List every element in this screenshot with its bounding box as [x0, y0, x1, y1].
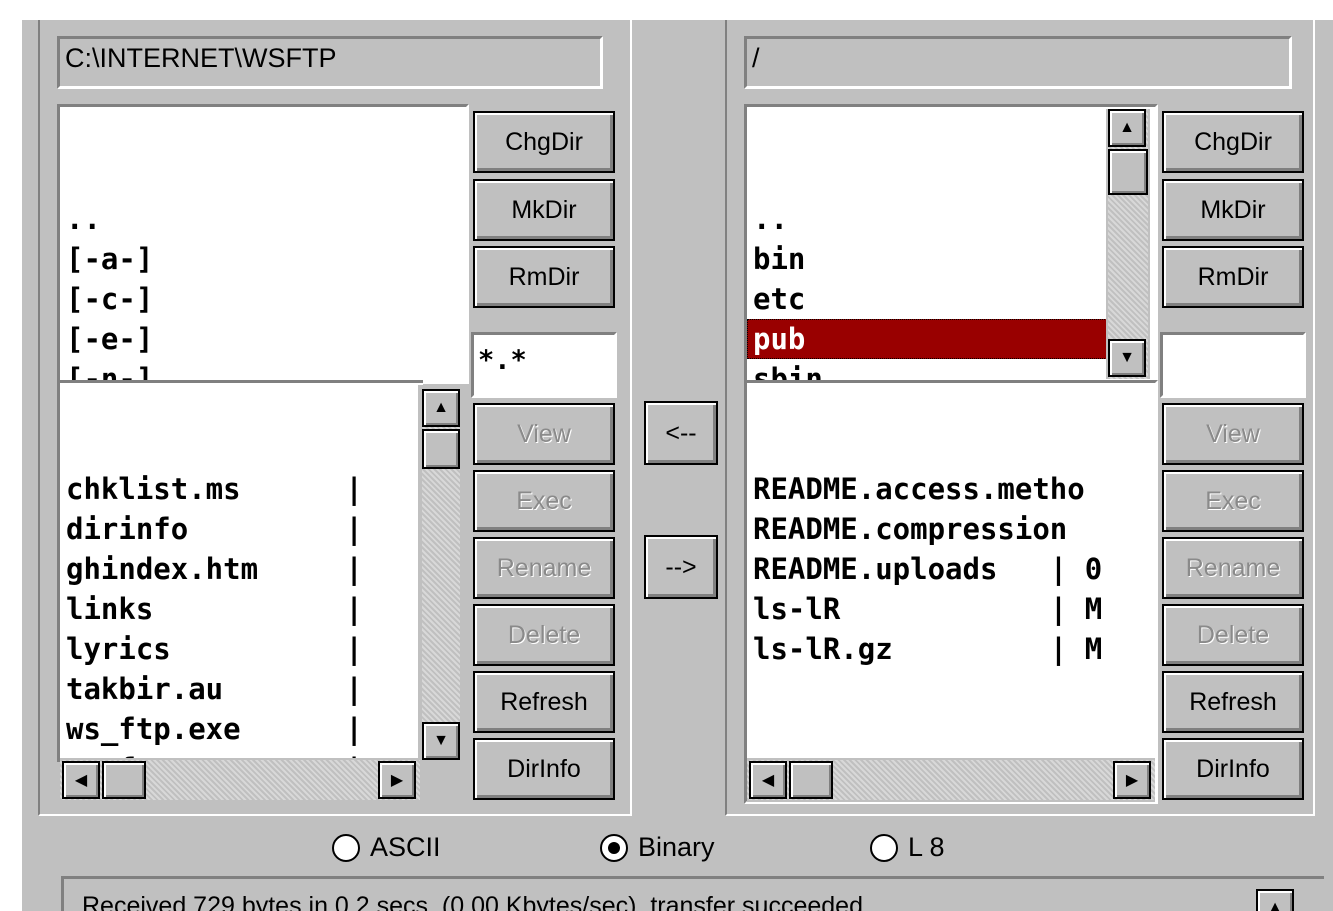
remote-view-button[interactable]: View — [1162, 403, 1304, 465]
remote-dirs-item[interactable]: .. — [747, 199, 1109, 239]
right-arrow-icon[interactable]: ▶ — [1113, 761, 1151, 799]
local-files-item[interactable]: ghindex.htm | — [60, 549, 423, 589]
remote-file-hscrollbar[interactable]: ◀ ▶ — [747, 758, 1155, 802]
radio-l8-circle — [870, 833, 898, 862]
local-rename-button[interactable]: Rename — [473, 537, 615, 599]
local-file-hscrollbar[interactable]: ◀ ▶ — [60, 758, 420, 804]
local-files-item[interactable]: dirinfo | — [60, 509, 423, 549]
remote-dir-vscrollbar[interactable]: ▲ ▼ — [1106, 109, 1150, 379]
up-arrow-icon[interactable]: ▲ — [1108, 109, 1146, 147]
remote-dir-list[interactable]: ..binetcpubsbinuploadsusr — [744, 104, 1158, 384]
remote-files-item[interactable]: README.access.metho — [747, 469, 1155, 509]
remote-refresh-button[interactable]: Refresh — [1162, 671, 1304, 733]
remote-files-item[interactable]: README.compression — [747, 509, 1155, 549]
local-files-item[interactable]: ws_ftp.exe | — [60, 709, 423, 749]
remote-rename-button[interactable]: Rename — [1162, 537, 1304, 599]
local-vscroll-thumb[interactable] — [422, 429, 460, 469]
local-filter-field[interactable]: *.* — [471, 332, 617, 398]
local-files-item[interactable]: takbir.au | — [60, 669, 423, 709]
local-mkdir-button[interactable]: MkDir — [473, 179, 615, 241]
up-arrow-icon[interactable]: ▲ — [422, 389, 460, 427]
remote-dirinfo-button[interactable]: DirInfo — [1162, 738, 1304, 800]
down-arrow-icon[interactable]: ▼ — [1108, 339, 1146, 377]
remote-file-list[interactable]: README.access.metho README.compression REA… — [744, 380, 1158, 804]
radio-ascii-circle — [332, 833, 360, 862]
local-hscroll-thumb[interactable] — [102, 761, 146, 799]
remote-dir-vscroll-thumb[interactable] — [1108, 149, 1148, 195]
local-file-list[interactable]: chklist.ms | dirinfo | ghindex.htm | links … — [57, 380, 423, 762]
remote-files-item[interactable]: README.uploads | 0 — [747, 549, 1155, 589]
up-arrow-icon[interactable]: ▲ — [1256, 889, 1294, 911]
down-arrow-icon[interactable]: ▼ — [422, 722, 460, 760]
local-path-field[interactable]: C:\INTERNET\WSFTP — [57, 36, 603, 89]
local-view-button[interactable]: View — [473, 403, 615, 465]
remote-hscroll-thumb[interactable] — [789, 761, 833, 799]
local-dirinfo-button[interactable]: DirInfo — [473, 738, 615, 800]
local-files-item[interactable]: links | — [60, 589, 423, 629]
local-exec-button[interactable]: Exec — [473, 470, 615, 532]
local-dirs-item[interactable]: [-a-] — [60, 239, 466, 279]
remote-path-field[interactable]: / — [744, 36, 1292, 89]
ws-ftp-window: C:\INTERNET\WSFTP .. [-a-] [-c-] [-e-] [-n-]… — [22, 20, 1333, 911]
status-text: Received 729 bytes in 0.2 secs, (0.00 Kb… — [82, 892, 863, 911]
remote-filter-field[interactable] — [1160, 332, 1306, 398]
mode-ascii-radio[interactable]: ASCII — [332, 832, 441, 863]
remote-delete-button[interactable]: Delete — [1162, 604, 1304, 666]
local-files-item[interactable]: chklist.ms | — [60, 469, 423, 509]
remote-mkdir-button[interactable]: MkDir — [1162, 179, 1304, 241]
remote-rmdir-button[interactable]: RmDir — [1162, 246, 1304, 308]
transfer-to-remote-button[interactable]: --> — [644, 535, 718, 599]
mode-ascii-label: ASCII — [370, 832, 441, 862]
local-dirs-item[interactable]: [-e-] — [60, 319, 466, 359]
local-delete-button[interactable]: Delete — [473, 604, 615, 666]
local-files-item[interactable]: lyrics | — [60, 629, 423, 669]
remote-dirs-item[interactable]: etc — [747, 279, 1109, 319]
mode-l8-label: L 8 — [908, 832, 945, 862]
mode-l8-radio[interactable]: L 8 — [870, 832, 945, 863]
radio-binary-circle — [600, 833, 628, 862]
local-dir-list[interactable]: .. [-a-] [-c-] [-e-] [-n-] — [57, 104, 469, 384]
local-chgdir-button[interactable]: ChgDir — [473, 111, 615, 173]
remote-exec-button[interactable]: Exec — [1162, 470, 1304, 532]
remote-dirs-item[interactable]: bin — [747, 239, 1109, 279]
left-arrow-icon[interactable]: ◀ — [749, 761, 787, 799]
remote-dirs-item[interactable]: pub — [747, 319, 1109, 359]
mode-binary-label: Binary — [638, 832, 715, 862]
right-arrow-icon[interactable]: ▶ — [378, 761, 416, 799]
remote-files-item[interactable]: ls-lR.gz | M — [747, 629, 1155, 669]
left-arrow-icon[interactable]: ◀ — [62, 761, 100, 799]
local-rmdir-button[interactable]: RmDir — [473, 246, 615, 308]
mode-binary-radio[interactable]: Binary — [600, 832, 715, 863]
local-dirs-item[interactable]: [-c-] — [60, 279, 466, 319]
transfer-to-local-button[interactable]: <-- — [644, 401, 718, 465]
local-refresh-button[interactable]: Refresh — [473, 671, 615, 733]
local-dirs-item[interactable]: .. — [60, 199, 466, 239]
remote-chgdir-button[interactable]: ChgDir — [1162, 111, 1304, 173]
remote-files-item[interactable]: ls-lR | M — [747, 589, 1155, 629]
local-file-vscrollbar[interactable]: ▲ ▼ — [418, 385, 464, 762]
status-box: Received 729 bytes in 0.2 secs, (0.00 Kb… — [61, 876, 1324, 911]
